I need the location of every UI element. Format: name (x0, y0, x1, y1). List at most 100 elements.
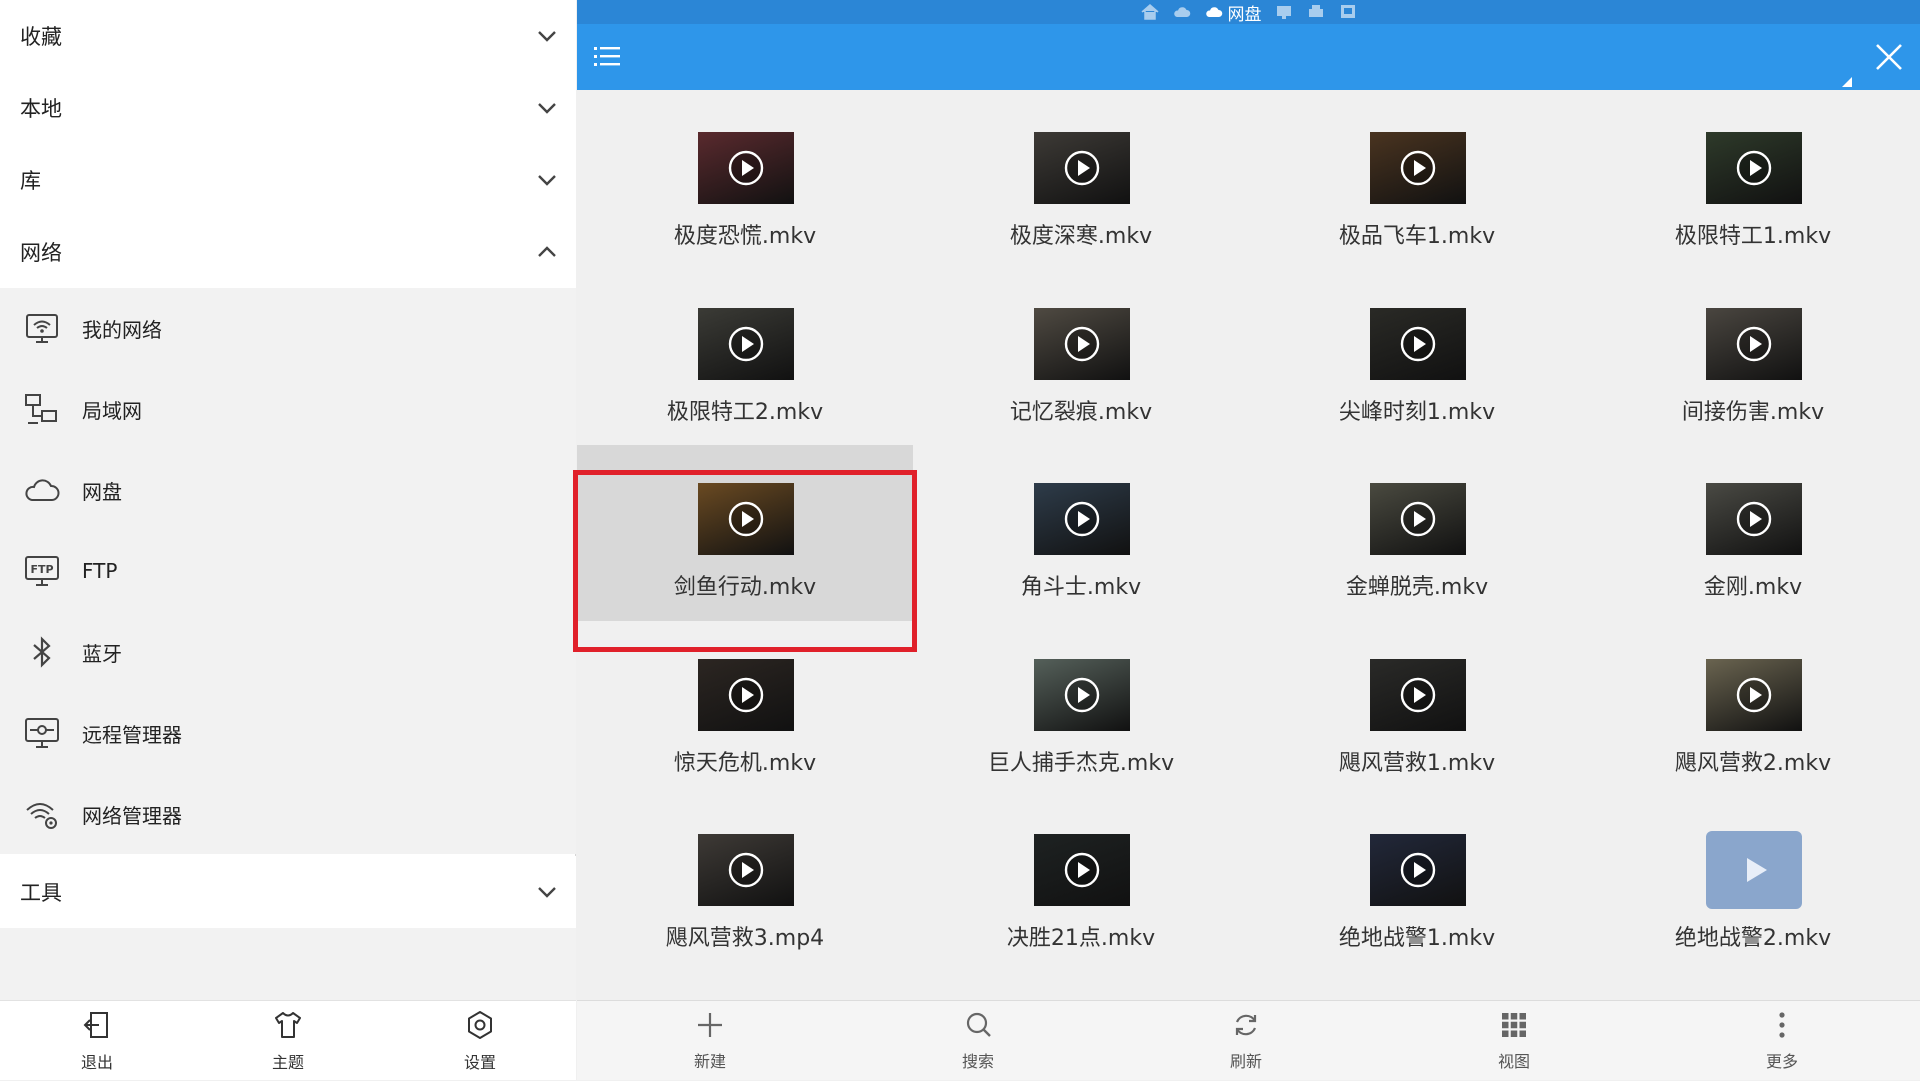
file-name: 极度恐慌.mkv (673, 224, 817, 249)
file-tile[interactable]: 极限特工2.mkv (577, 270, 913, 446)
printer-icon[interactable] (1306, 3, 1326, 21)
file-tile[interactable]: 金蝉脱壳.mkv (1249, 445, 1585, 621)
section-favorites[interactable]: 收藏 (0, 0, 576, 72)
section-favorites-label: 收藏 (20, 25, 62, 49)
file-name: 间接伤害.mkv (1681, 399, 1825, 425)
video-thumbnail (1034, 132, 1130, 204)
cloud-icon[interactable] (1172, 3, 1192, 21)
video-thumbnail (1034, 483, 1130, 555)
sidebar-item-label: FTP (82, 559, 118, 583)
sidebar: 收藏 本地 库 网络 我的网络 局域网 网盘 FTP FTP 蓝牙 远程管理器 … (0, 0, 576, 1080)
video-thumbnail (1370, 483, 1466, 555)
file-tile[interactable]: 飓风营救3.mp4 (577, 796, 913, 972)
video-thumbnail (1370, 834, 1466, 906)
cloud-icon (22, 470, 62, 510)
play-icon (1736, 501, 1772, 537)
file-tile[interactable]: 极限特工1.mkv (1585, 94, 1920, 270)
file-tile[interactable]: 极度深寒.mkv (913, 94, 1249, 270)
section-local[interactable]: 本地 (0, 72, 576, 144)
plus-icon (695, 1010, 725, 1044)
file-tile[interactable]: 惊天危机.mkv (577, 621, 913, 797)
file-tile[interactable]: 剑鱼行动.mkv (577, 445, 913, 621)
new-button[interactable]: 新建 (650, 1001, 770, 1081)
file-name: 飓风营救3.mp4 (665, 926, 825, 951)
sidebar-item-cloud[interactable]: 网盘 (0, 450, 576, 530)
search-button[interactable]: 搜索 (918, 1001, 1038, 1081)
sidebar-item-bluetooth[interactable]: 蓝牙 (0, 612, 576, 692)
video-thumbnail (1370, 132, 1466, 204)
file-tile[interactable]: 绝地战警2.mkv (1585, 796, 1920, 972)
file-tile[interactable]: 间接伤害.mkv (1585, 270, 1920, 446)
chevron-down-icon (532, 877, 562, 907)
file-tile[interactable]: 飓风营救1.mkv (1249, 621, 1585, 797)
file-tile[interactable]: 角斗士.mkv (913, 445, 1249, 621)
exit-button[interactable]: 退出 (37, 1001, 157, 1081)
file-tile[interactable]: 绝地战警1.mkv (1249, 796, 1585, 972)
play-icon (1064, 852, 1100, 888)
file-name: 金蝉脱壳.mkv (1345, 575, 1489, 600)
section-library-label: 库 (20, 169, 41, 193)
svg-text:FTP: FTP (30, 563, 53, 576)
sidebar-item-ftp[interactable]: FTP FTP (0, 531, 576, 611)
exit-label: 退出 (80, 1053, 113, 1072)
video-thumbnail (698, 658, 794, 731)
sidebar-item-lan[interactable]: 局域网 (0, 369, 576, 449)
file-name: 极限特工2.mkv (666, 399, 824, 425)
video-thumbnail (1706, 483, 1802, 555)
resize-grip-icon[interactable] (1842, 72, 1852, 87)
file-tile[interactable]: 决胜21点.mkv (913, 796, 1249, 972)
sidebar-item-label: 网络管理器 (82, 803, 182, 828)
gear-icon (464, 1009, 496, 1045)
grid-view-icon (1499, 1010, 1529, 1044)
section-library[interactable]: 库 (0, 144, 576, 216)
chevron-up-icon (532, 237, 562, 267)
settings-button[interactable]: 设置 (420, 1001, 540, 1081)
file-tile[interactable]: 飓风营救2.mkv (1585, 621, 1920, 797)
section-network[interactable]: 网络 (0, 216, 576, 288)
view-label: 视图 (1497, 1052, 1530, 1071)
file-name: 飓风营救1.mkv (1338, 750, 1496, 776)
sidebar-spacer (0, 928, 576, 1000)
section-local-label: 本地 (20, 97, 62, 121)
video-thumbnail (698, 834, 794, 906)
play-icon (1400, 150, 1436, 186)
more-button[interactable]: 更多 (1722, 1001, 1842, 1081)
home-icon[interactable] (1140, 3, 1160, 21)
section-tools-label: 工具 (20, 881, 62, 905)
video-thumbnail (1034, 834, 1130, 906)
window-icon[interactable] (1338, 3, 1358, 21)
file-name: 金刚.mkv (1703, 575, 1803, 600)
sidebar-item-label: 网盘 (82, 479, 122, 504)
shirt-icon (272, 1009, 304, 1045)
section-tools[interactable]: 工具 (0, 856, 576, 928)
settings-label: 设置 (463, 1053, 496, 1072)
play-icon (1400, 326, 1436, 361)
video-thumbnail (1706, 307, 1802, 380)
file-tile[interactable]: 极度恐慌.mkv (577, 94, 913, 270)
breadcrumb-cloud-drive[interactable]: 网盘 (1204, 0, 1262, 25)
list-menu-icon[interactable] (591, 41, 623, 73)
theme-button[interactable]: 主题 (228, 1001, 348, 1081)
monitor-icon[interactable] (1274, 3, 1294, 21)
file-tile[interactable]: 金刚.mkv (1585, 445, 1920, 621)
refresh-button[interactable]: 刷新 (1186, 1001, 1306, 1081)
file-tile[interactable]: 极品飞车1.mkv (1249, 94, 1585, 270)
exit-icon (81, 1009, 113, 1045)
sidebar-item-my-network[interactable]: 我的网络 (0, 288, 576, 368)
play-icon (728, 677, 764, 712)
play-icon (1064, 150, 1100, 186)
file-tile[interactable]: 记忆裂痕.mkv (913, 270, 1249, 446)
view-button[interactable]: 视图 (1454, 1001, 1574, 1081)
play-icon (1747, 858, 1767, 882)
network-list: 我的网络 局域网 网盘 FTP FTP 蓝牙 远程管理器 网络管理器 (0, 288, 576, 854)
more-label: 更多 (1765, 1052, 1798, 1071)
cloud-icon (1205, 7, 1222, 17)
file-name: 极品飞车1.mkv (1338, 224, 1496, 249)
close-icon[interactable] (1872, 40, 1906, 74)
file-name: 极限特工1.mkv (1674, 224, 1832, 249)
file-name: 记忆裂痕.mkv (1009, 399, 1153, 425)
sidebar-item-remote-manager[interactable]: 远程管理器 (0, 693, 576, 773)
sidebar-item-network-manager[interactable]: 网络管理器 (0, 774, 576, 854)
file-tile[interactable]: 巨人捕手杰克.mkv (913, 621, 1249, 797)
file-tile[interactable]: 尖峰时刻1.mkv (1249, 270, 1585, 446)
